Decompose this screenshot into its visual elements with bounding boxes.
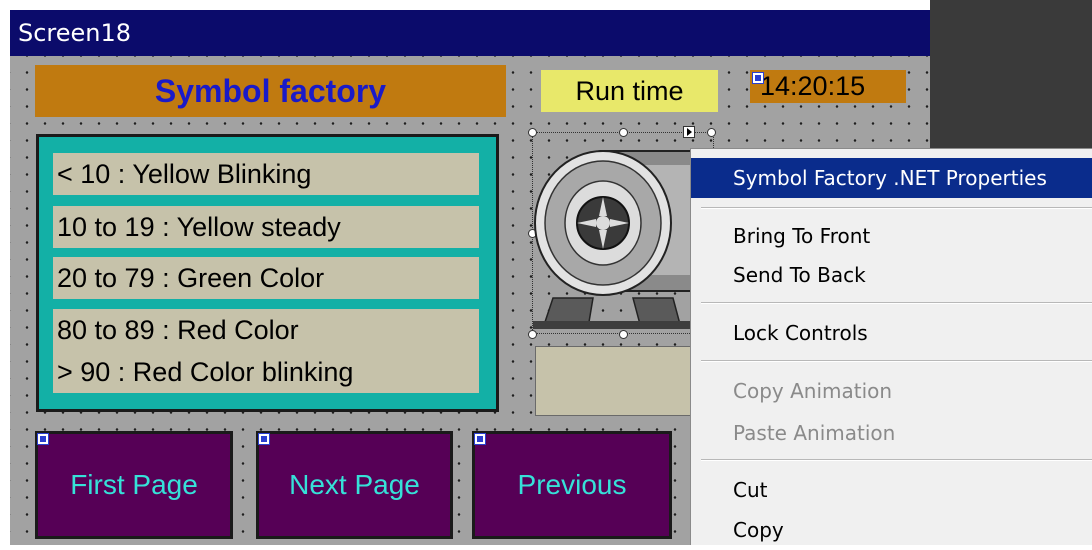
runtime-label[interactable]: Run time — [541, 70, 718, 112]
menu-item-cut[interactable]: Cut — [691, 470, 1092, 510]
menu-item-copy[interactable]: Copy — [691, 510, 1092, 550]
menu-item-label: Copy Animation — [733, 379, 893, 403]
menu-separator — [701, 360, 1092, 362]
menu-separator — [701, 459, 1092, 461]
menu-item-label: Bring To Front — [733, 224, 871, 248]
menu-item-label: Lock Controls — [733, 321, 868, 345]
header-label-text: Symbol factory — [154, 72, 387, 109]
menu-item-bring-to-front[interactable]: Bring To Front — [691, 216, 1092, 256]
motor-pump-icon — [533, 150, 713, 329]
legend-item[interactable]: 10 to 19 : Yellow steady — [53, 206, 479, 248]
tag-marker-icon — [474, 433, 486, 445]
legend-item[interactable]: < 10 : Yellow Blinking — [53, 153, 479, 195]
menu-item-label: Copy — [733, 518, 784, 542]
menu-item-paste-animation[interactable]: Paste Animation — [691, 413, 1092, 453]
clock-display[interactable]: 14:20:15 — [750, 70, 906, 103]
next-page-button[interactable]: Next Page — [256, 431, 453, 539]
menu-item-label: Paste Animation — [733, 421, 896, 445]
tag-marker-icon — [37, 433, 49, 445]
symbol-factory-control[interactable] — [528, 126, 716, 339]
legend-panel[interactable]: < 10 : Yellow Blinking 10 to 19 : Yellow… — [36, 134, 499, 412]
menu-separator — [701, 302, 1092, 304]
menu-item-label: Cut — [733, 478, 768, 502]
menu-separator — [701, 207, 1092, 209]
first-page-button-label: First Page — [70, 469, 198, 500]
screen-title-bar[interactable]: Screen18 — [10, 10, 930, 56]
tag-marker-icon — [752, 72, 764, 84]
previous-button-label: Previous — [517, 469, 627, 500]
legend-item[interactable]: 20 to 79 : Green Color — [53, 257, 479, 299]
screen-title: Screen18 — [18, 19, 132, 47]
header-label[interactable]: Symbol factory — [35, 65, 506, 117]
first-page-button[interactable]: First Page — [35, 431, 233, 539]
menu-item-symbol-factory-properties[interactable]: Symbol Factory .NET Properties — [691, 158, 1092, 198]
next-page-button-label: Next Page — [289, 469, 420, 500]
window-left-edge — [0, 0, 10, 545]
legend-item[interactable]: > 90 : Red Color blinking — [53, 351, 479, 393]
context-menu[interactable]: Symbol Factory .NET Properties Bring To … — [690, 148, 1092, 545]
menu-item-label: Symbol Factory .NET Properties — [733, 166, 1047, 190]
menu-item-copy-animation[interactable]: Copy Animation — [691, 371, 1092, 411]
clock-text: 14:20:15 — [760, 71, 866, 101]
menu-item-label: Send To Back — [733, 263, 866, 287]
value-display-box[interactable] — [535, 346, 705, 416]
menu-item-send-to-back[interactable]: Send To Back — [691, 255, 1092, 295]
runtime-label-text: Run time — [575, 75, 684, 106]
legend-item[interactable]: 80 to 89 : Red Color — [53, 309, 479, 351]
previous-button[interactable]: Previous — [472, 431, 672, 539]
tag-marker-icon — [258, 433, 270, 445]
menu-item-lock-controls[interactable]: Lock Controls — [691, 313, 1092, 353]
